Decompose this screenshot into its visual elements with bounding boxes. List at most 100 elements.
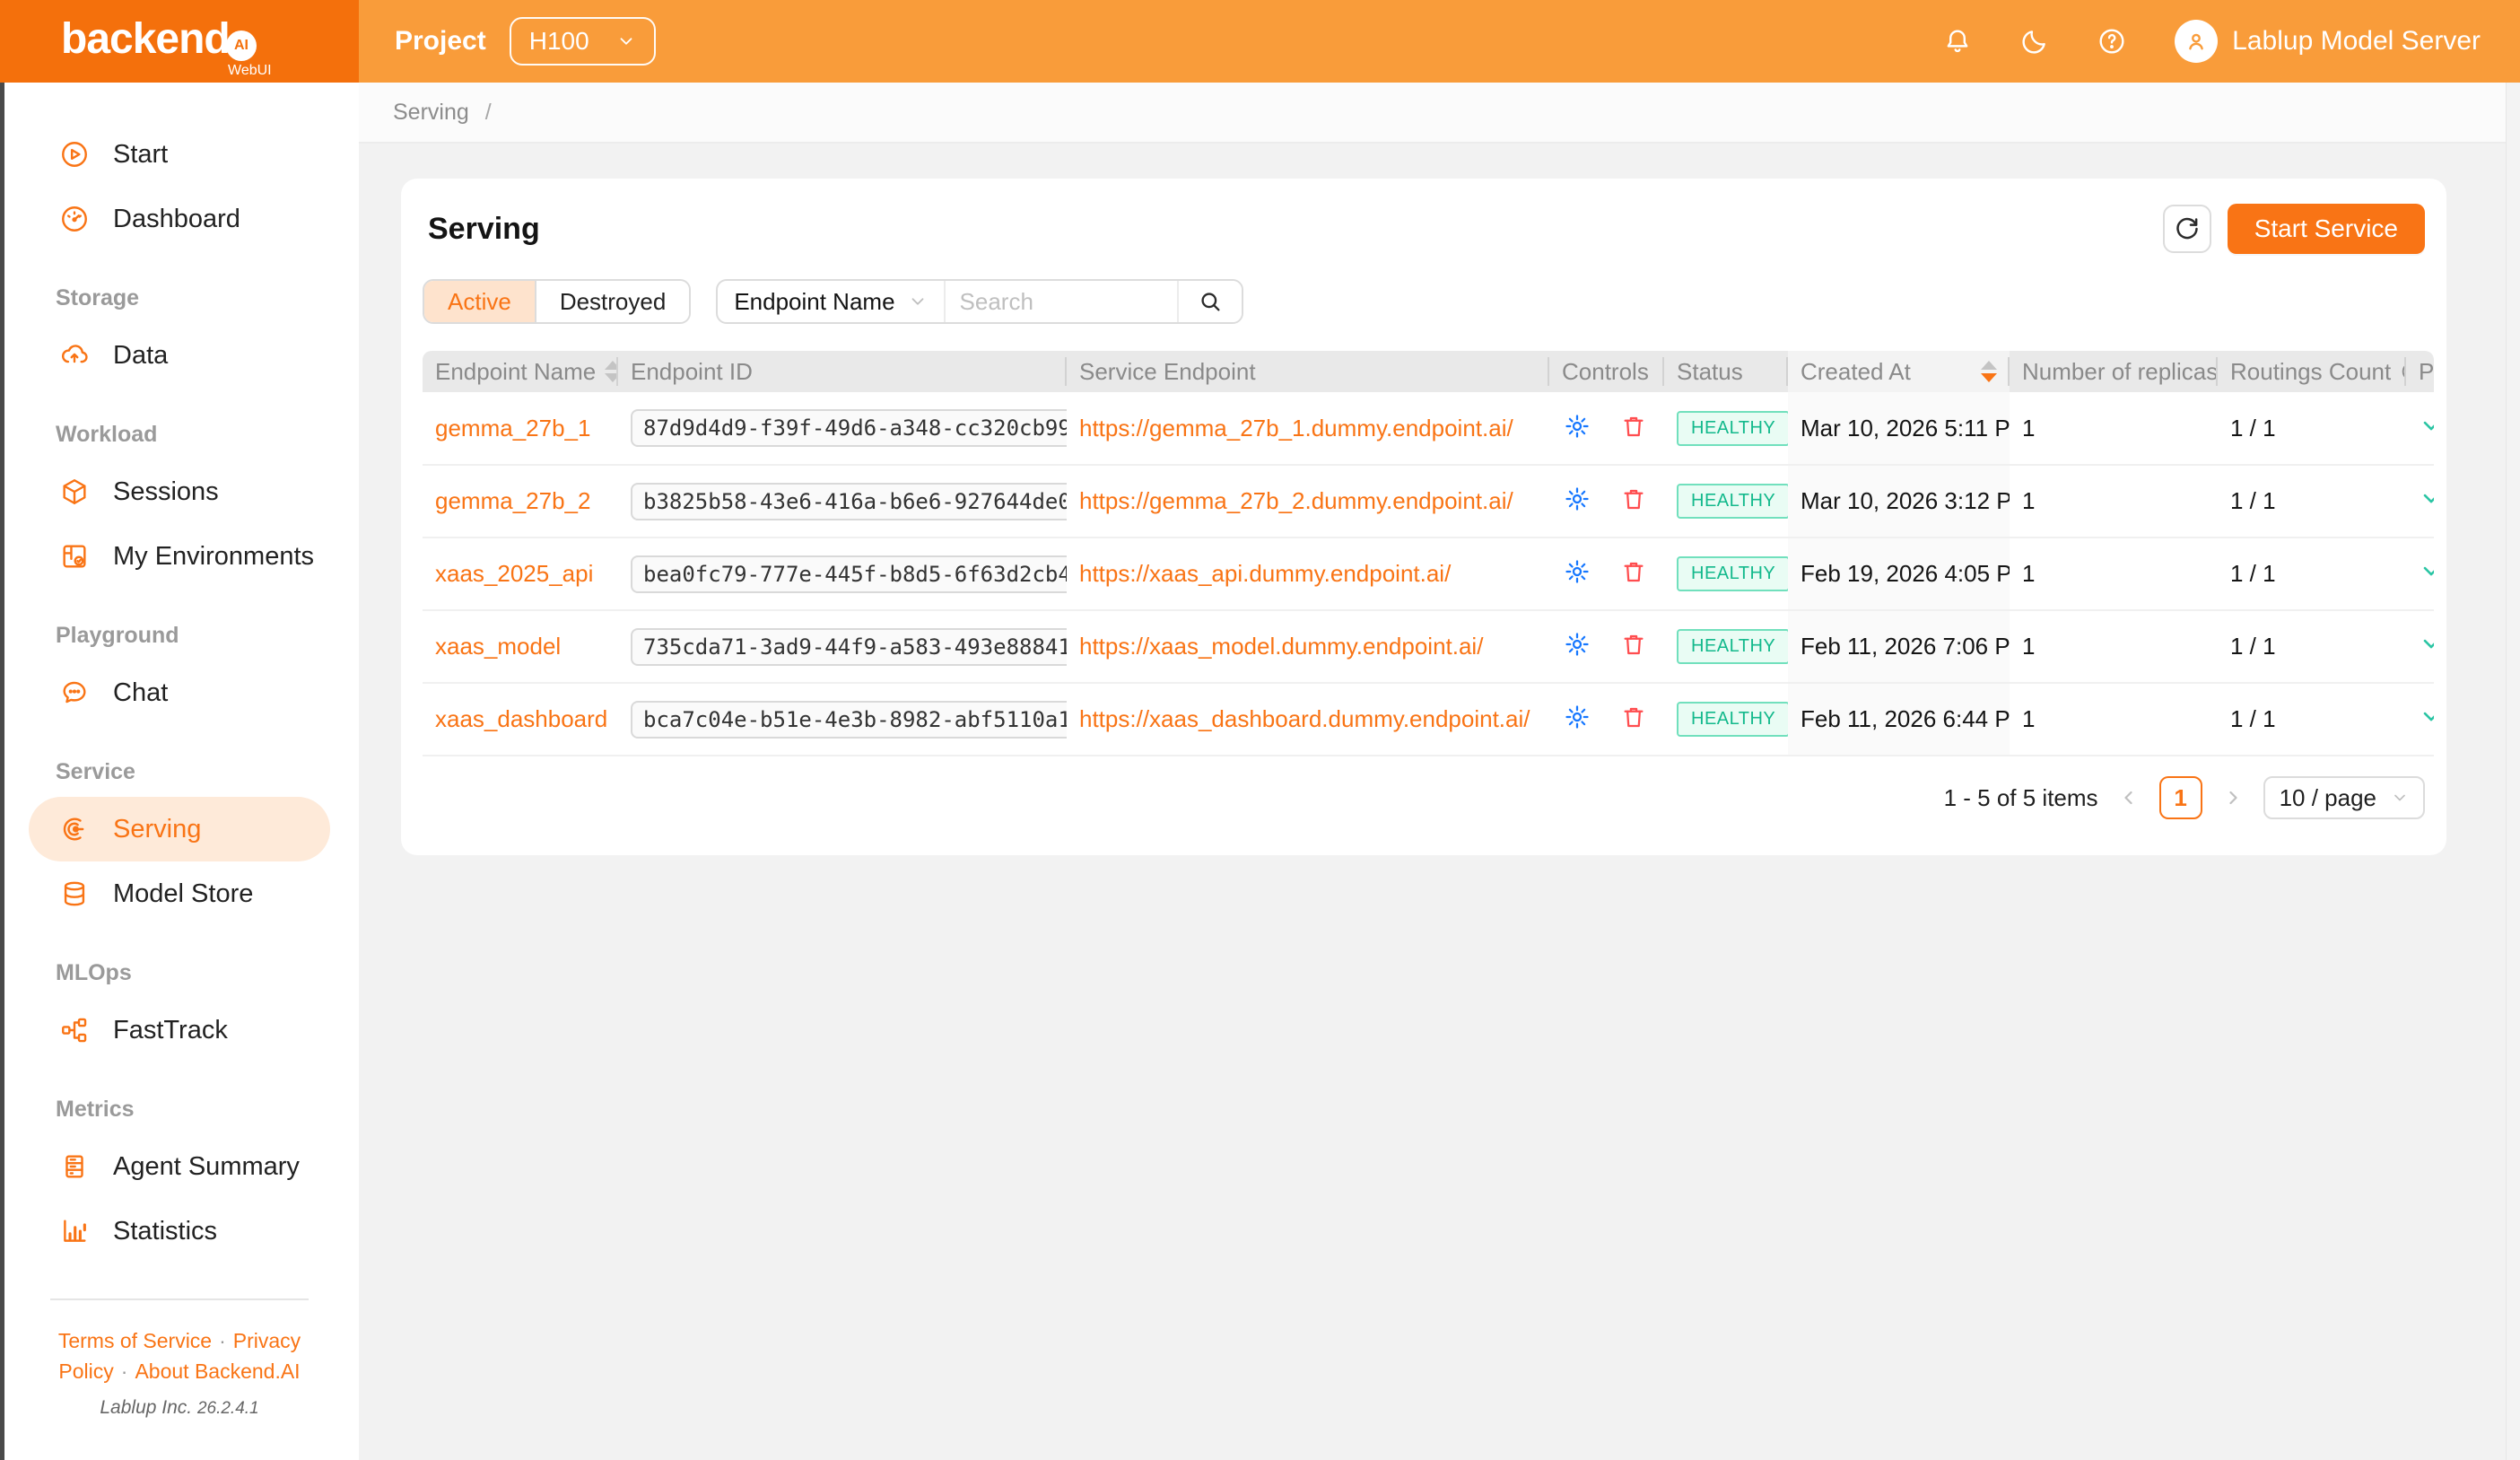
endpoint-name-link[interactable]: gemma_27b_2 <box>435 487 590 514</box>
breadcrumb-item-serving[interactable]: Serving <box>393 100 469 126</box>
page-size-value: 10 / page <box>2280 784 2376 812</box>
cube-icon <box>59 476 90 507</box>
endpoint-id-value[interactable]: 87d9d4d9-f39f-49d6-a348-cc320cb99c24 <box>631 409 1067 447</box>
endpoint-settings-button[interactable] <box>1562 556 1592 587</box>
help-icon[interactable] <box>2085 14 2139 68</box>
endpoint-id-value[interactable]: bea0fc79-777e-445f-b8d5-6f63d2cb4563 <box>631 555 1067 593</box>
endpoint-settings-button[interactable] <box>1562 411 1592 441</box>
sidebar-item-label: Chat <box>113 678 168 708</box>
chat-bubble-icon <box>59 678 90 708</box>
table-row: xaas_dashboard bca7c04e-b51e-4e3b-8982-a… <box>423 683 2434 756</box>
endpoint-name-link[interactable]: xaas_model <box>435 633 561 660</box>
sidebar-group-mlops: MLOps <box>0 948 359 998</box>
sidebar-item-label: Statistics <box>113 1217 217 1246</box>
column-header-endpoint-id: Endpoint ID <box>618 351 1067 392</box>
service-endpoint-link[interactable]: https://xaas_dashboard.dummy.endpoint.ai… <box>1079 705 1530 732</box>
sidebar-item-my-environments[interactable]: My Environments <box>29 524 330 589</box>
tab-destroyed[interactable]: Destroyed <box>535 281 690 322</box>
sidebar-item-data[interactable]: Data <box>29 323 330 388</box>
search-category-value: Endpoint Name <box>734 288 894 316</box>
service-endpoint-link[interactable]: https://xaas_api.dummy.endpoint.ai/ <box>1079 560 1451 587</box>
user-menu[interactable]: Lablup Model Server <box>2175 20 2481 63</box>
page-number-button[interactable]: 1 <box>2159 776 2202 819</box>
project-select[interactable]: H100 <box>510 17 656 66</box>
sidebar-group-service: Service <box>0 747 359 797</box>
routings-value: 1 / 1 <box>2230 415 2276 441</box>
window-scrollbar[interactable] <box>2506 83 2520 1460</box>
project-select-value: H100 <box>529 27 589 56</box>
prev-page-button[interactable] <box>2118 787 2140 809</box>
expand-row-icon[interactable] <box>2419 558 2434 583</box>
trash-icon <box>1620 485 1647 512</box>
sidebar-item-label: FastTrack <box>113 1016 228 1045</box>
endpoint-delete-button[interactable] <box>1618 629 1649 660</box>
main-content: Serving / Serving Start Service Active D… <box>359 83 2520 1460</box>
sidebar-item-chat[interactable]: Chat <box>29 660 330 725</box>
footer-link-separator: · <box>121 1359 128 1383</box>
endpoint-settings-button[interactable] <box>1562 702 1592 732</box>
footer-links: Terms of Service·Privacy Policy·About Ba… <box>25 1325 334 1386</box>
status-badge: HEALTHY <box>1677 629 1788 664</box>
sidebar-item-statistics[interactable]: Statistics <box>29 1199 330 1263</box>
sidebar-item-fasttrack[interactable]: FastTrack <box>29 998 330 1062</box>
bar-chart-icon <box>59 1216 90 1246</box>
sidebar-item-sessions[interactable]: Sessions <box>29 459 330 524</box>
refresh-button[interactable] <box>2163 205 2211 253</box>
serving-card: Serving Start Service Active Destroyed E… <box>401 179 2446 855</box>
endpoint-name-link[interactable]: xaas_2025_api <box>435 560 593 587</box>
flow-nodes-icon <box>59 1015 90 1045</box>
trash-icon <box>1620 631 1647 658</box>
endpoint-settings-button[interactable] <box>1562 629 1592 660</box>
footer-link-about-backend-ai[interactable]: About Backend.AI <box>135 1359 300 1383</box>
endpoint-name-link[interactable]: xaas_dashboard <box>435 705 607 732</box>
service-endpoint-link[interactable]: https://gemma_27b_1.dummy.endpoint.ai/ <box>1079 415 1513 441</box>
endpoint-delete-button[interactable] <box>1618 484 1649 514</box>
sidebar-item-label: Data <box>113 341 168 371</box>
sidebar-item-serving[interactable]: Serving <box>29 797 330 861</box>
sidebar-item-dashboard[interactable]: Dashboard <box>29 187 330 251</box>
expand-row-icon[interactable] <box>2419 413 2434 438</box>
sidebar-item-start[interactable]: Start <box>29 122 330 187</box>
sidebar-item-label: Sessions <box>113 477 219 507</box>
chevron-down-icon <box>908 292 928 311</box>
created-at-value: Mar 10, 2026 5:11 PM <box>1801 415 2010 441</box>
endpoint-id-value[interactable]: bca7c04e-b51e-4e3b-8982-abf5110a12d3 <box>631 701 1067 739</box>
endpoint-delete-button[interactable] <box>1618 556 1649 587</box>
search-button[interactable] <box>1177 281 1242 322</box>
service-endpoint-link[interactable]: https://xaas_model.dummy.endpoint.ai/ <box>1079 633 1483 660</box>
endpoint-name-link[interactable]: gemma_27b_1 <box>435 415 590 441</box>
footer-link-terms-of-service[interactable]: Terms of Service <box>58 1329 212 1352</box>
endpoint-id-value[interactable]: b3825b58-43e6-416a-b6e6-927644de0ca4 <box>631 483 1067 520</box>
column-header-controls: Controls <box>1549 351 1664 392</box>
status-badge: HEALTHY <box>1677 484 1788 519</box>
page-size-select[interactable]: 10 / page <box>2263 776 2425 819</box>
expand-row-icon[interactable] <box>2419 631 2434 656</box>
info-icon[interactable] <box>2400 360 2406 383</box>
status-badge: HEALTHY <box>1677 556 1788 591</box>
service-endpoint-link[interactable]: https://gemma_27b_2.dummy.endpoint.ai/ <box>1079 487 1513 514</box>
dark-mode-moon-icon[interactable] <box>2008 14 2062 68</box>
search-category-select[interactable]: Endpoint Name <box>718 281 943 322</box>
expand-row-icon[interactable] <box>2419 485 2434 511</box>
api-target-icon <box>59 814 90 844</box>
endpoint-delete-button[interactable] <box>1618 411 1649 441</box>
start-service-button[interactable]: Start Service <box>2228 204 2425 254</box>
sidebar-footer: Terms of Service·Privacy Policy·About Ba… <box>0 1298 359 1460</box>
expand-row-icon[interactable] <box>2419 704 2434 729</box>
search-input[interactable] <box>946 281 1178 322</box>
tab-active[interactable]: Active <box>424 281 535 322</box>
logo[interactable]: backend AI WebUI <box>0 0 359 83</box>
endpoint-settings-button[interactable] <box>1562 484 1592 514</box>
next-page-button[interactable] <box>2222 787 2244 809</box>
sort-icon <box>605 361 618 382</box>
sidebar-item-agent-summary[interactable]: Agent Summary <box>29 1134 330 1199</box>
footer-version: Lablup Inc. 26.2.4.1 <box>25 1397 334 1419</box>
column-header-endpoint-name[interactable]: Endpoint Name <box>423 351 618 392</box>
column-header-created-at[interactable]: Created At <box>1788 351 2010 392</box>
sidebar-item-model-store[interactable]: Model Store <box>29 861 330 926</box>
search-icon <box>1198 289 1223 314</box>
endpoint-id-value[interactable]: 735cda71-3ad9-44f9-a583-493e888417e8 <box>631 628 1067 666</box>
endpoint-delete-button[interactable] <box>1618 702 1649 732</box>
notifications-bell-icon[interactable] <box>1931 14 1984 68</box>
gear-icon <box>1564 413 1591 440</box>
